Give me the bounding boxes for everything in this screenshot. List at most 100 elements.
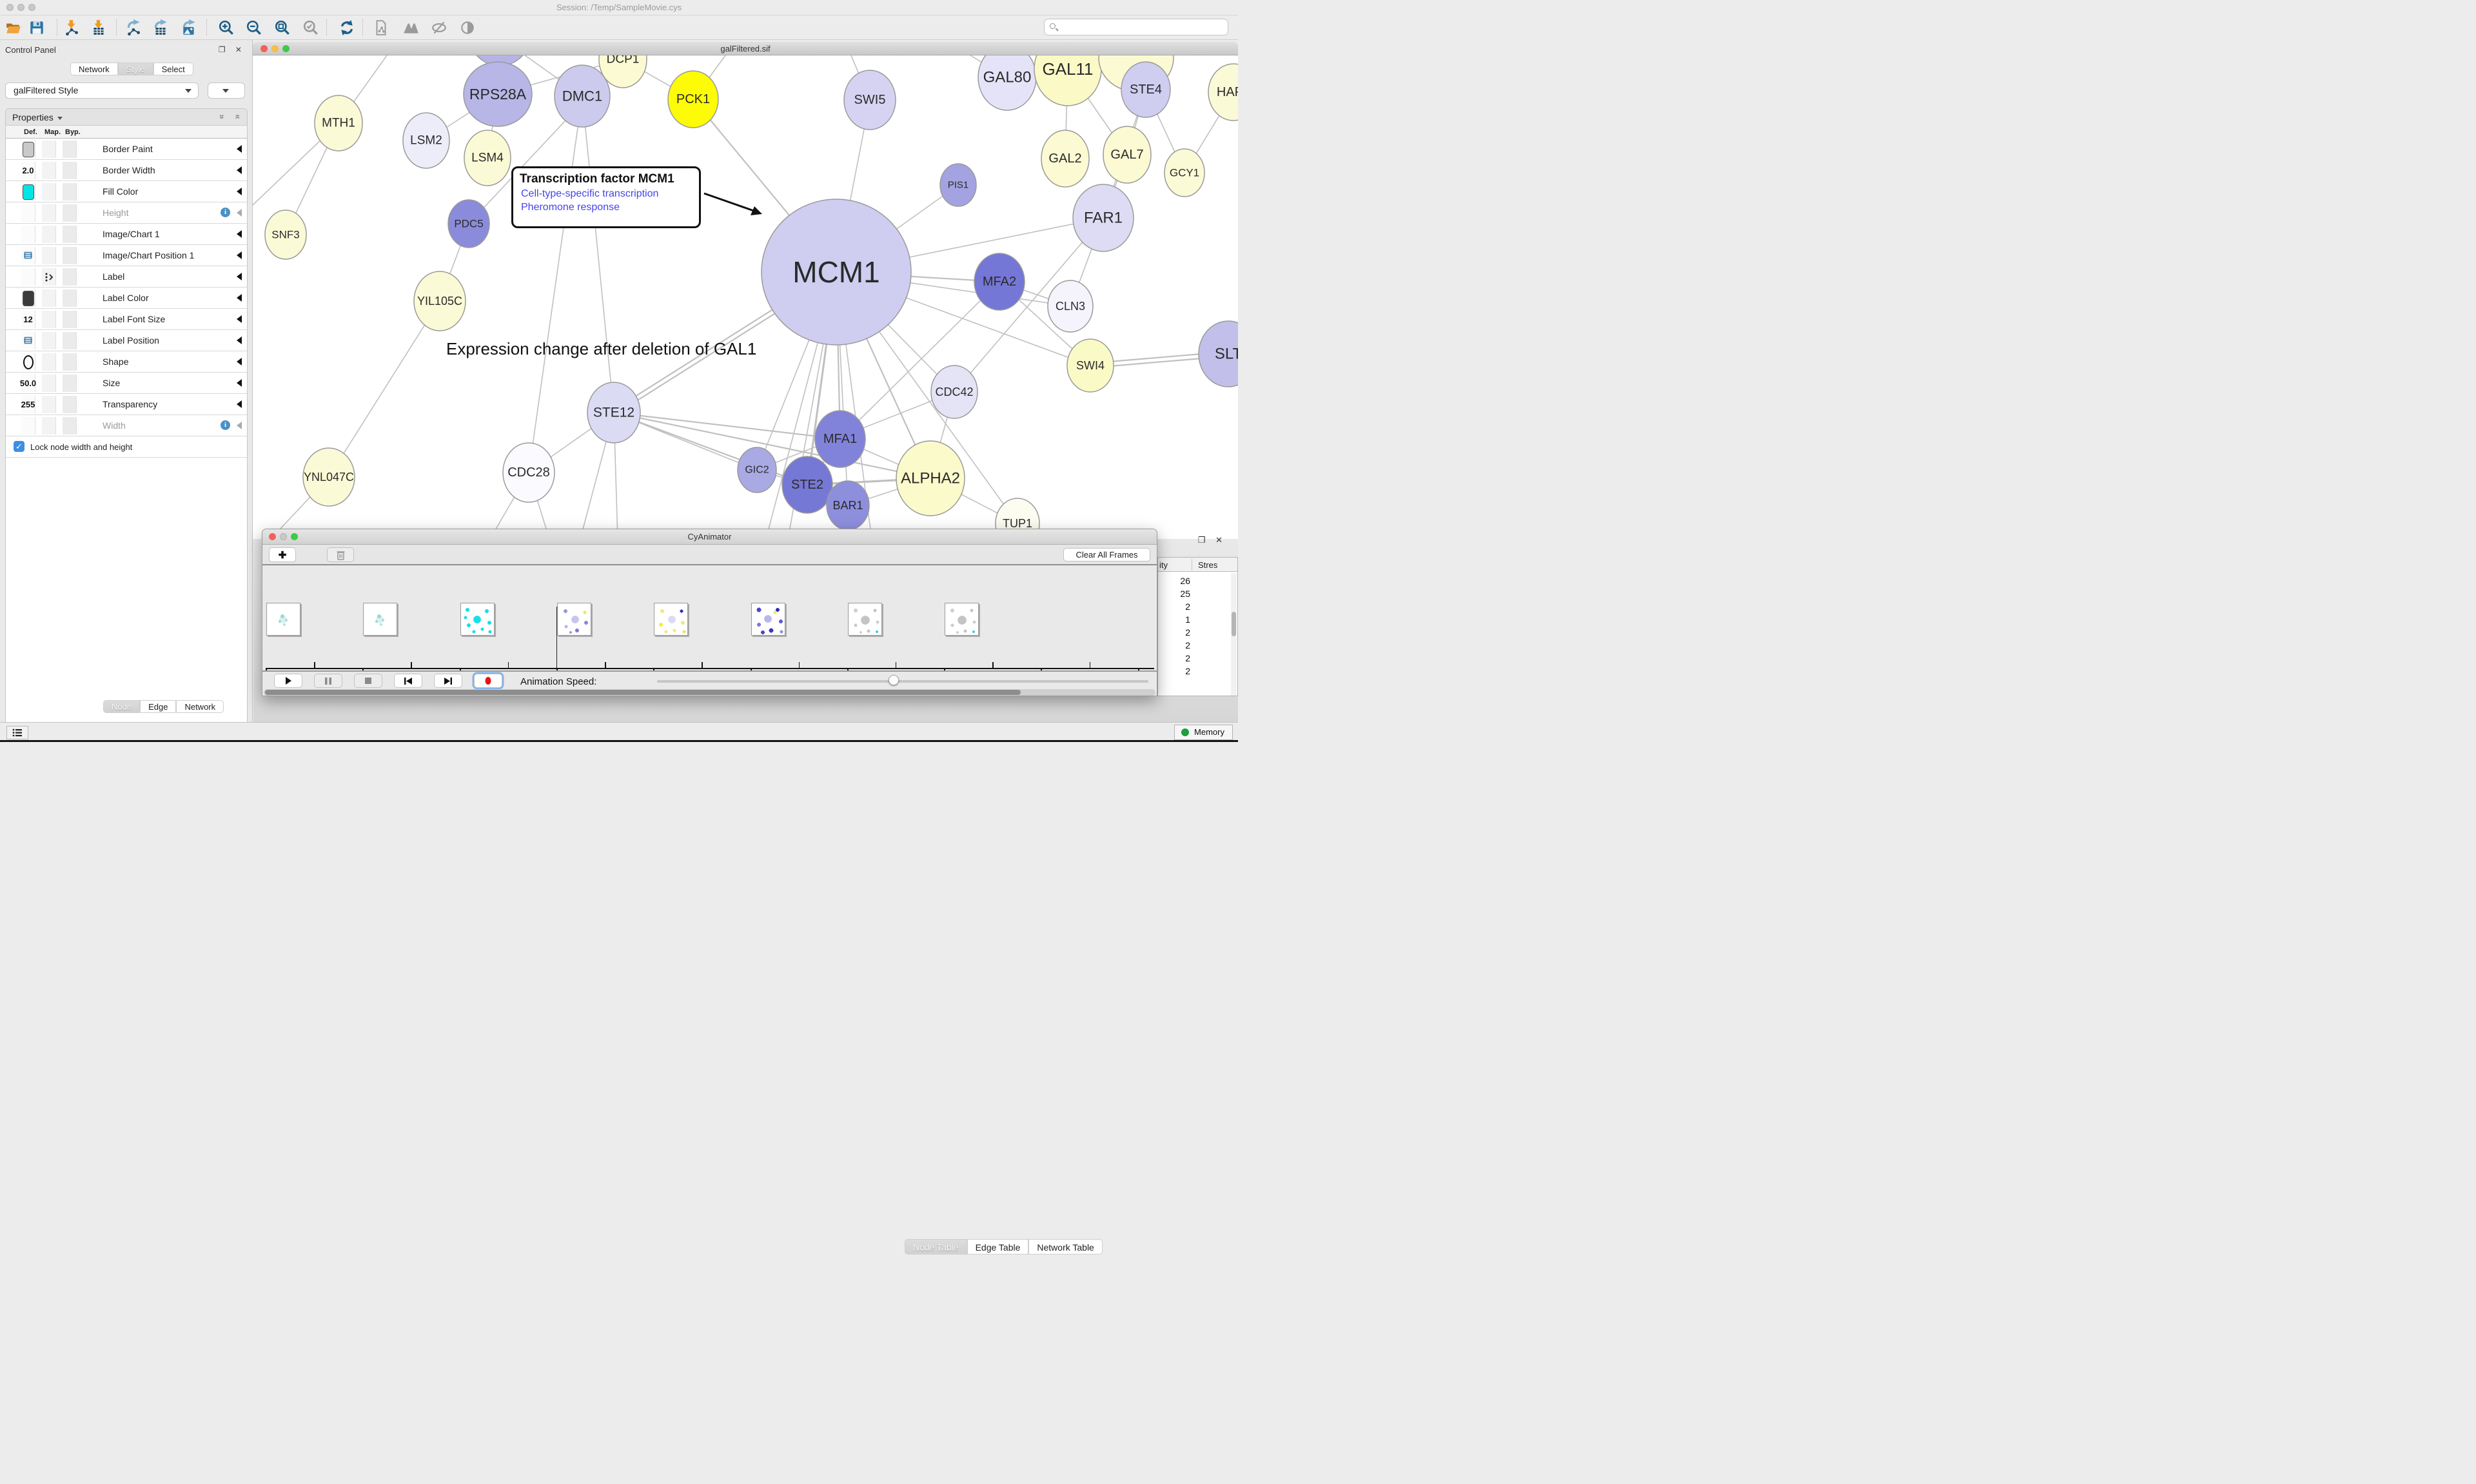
tab-network-table[interactable]: Network Table xyxy=(1028,1239,1102,1255)
default-value-cell[interactable] xyxy=(21,247,35,264)
property-row-shape[interactable]: Shape xyxy=(6,351,247,373)
tab-node-table[interactable]: Node Table xyxy=(905,1239,967,1255)
bypass-cell[interactable] xyxy=(63,204,77,222)
expand-arrow-icon[interactable] xyxy=(237,188,242,195)
network-window-titlebar[interactable]: galFiltered.sif xyxy=(253,42,1238,55)
property-row-fill-color[interactable]: Fill Color xyxy=(6,181,247,202)
table-cell[interactable]: 2 xyxy=(1159,653,1190,663)
network-node-HAP2[interactable]: HAP2 xyxy=(1208,64,1238,121)
export-network-icon[interactable] xyxy=(124,18,143,37)
expand-arrow-icon[interactable] xyxy=(237,358,242,366)
add-frame-button[interactable]: ✚ xyxy=(269,547,296,562)
bypass-cell[interactable] xyxy=(63,311,77,328)
timeline-scrollbar[interactable] xyxy=(264,689,1155,696)
frame-thumbnail-7s[interactable] xyxy=(945,603,979,636)
default-value-cell[interactable] xyxy=(21,332,35,349)
expand-arrow-icon[interactable] xyxy=(237,337,242,344)
annotation-box[interactable]: Transcription factor MCM1 Cell-type-spec… xyxy=(511,166,701,228)
expand-arrow-icon[interactable] xyxy=(237,230,242,238)
speed-slider[interactable] xyxy=(657,680,1148,683)
network-node-PDC5[interactable]: PDC5 xyxy=(448,200,489,248)
tab-style[interactable]: Style xyxy=(118,63,153,75)
table-cell[interactable]: 2 xyxy=(1159,666,1190,676)
mapping-cell[interactable] xyxy=(42,162,56,179)
network-node-PIS1[interactable]: PIS1 xyxy=(940,164,976,206)
network-node-STE4[interactable]: STE4 xyxy=(1121,62,1170,117)
property-row-image-chart-position-1[interactable]: Image/Chart Position 1 xyxy=(6,245,247,266)
expand-all-icon[interactable]: » xyxy=(217,114,228,119)
network-node-CDC42[interactable]: CDC42 xyxy=(931,366,978,418)
network-node-STE2[interactable]: STE2 xyxy=(782,456,832,513)
playhead[interactable] xyxy=(556,607,558,668)
tab-edge-table[interactable]: Edge Table xyxy=(967,1239,1029,1255)
network-node-MFA1[interactable]: MFA1 xyxy=(815,411,865,467)
tab-network[interactable]: Network xyxy=(70,63,118,75)
default-value-cell[interactable]: 255 xyxy=(21,396,35,413)
network-node-YNL047C[interactable]: YNL047C xyxy=(303,448,355,506)
network-node-SWI4[interactable]: SWI4 xyxy=(1067,339,1114,392)
default-value-cell[interactable] xyxy=(21,353,35,371)
property-row-width[interactable]: Widthi xyxy=(6,415,247,436)
expand-arrow-icon[interactable] xyxy=(237,315,242,323)
property-row-height[interactable]: Heighti xyxy=(6,202,247,224)
mapping-cell[interactable] xyxy=(42,247,56,264)
panel-window-icons[interactable]: ❐ ✕ xyxy=(1198,535,1226,545)
frame-thumbnail-2s[interactable] xyxy=(460,603,495,636)
import-network-icon[interactable] xyxy=(62,18,81,37)
expand-arrow-icon[interactable] xyxy=(237,251,242,259)
default-value-cell[interactable]: 50.0 xyxy=(21,375,35,392)
expand-arrow-icon[interactable] xyxy=(237,294,242,302)
default-value-cell[interactable] xyxy=(21,141,35,158)
network-node-MTH1[interactable]: MTH1 xyxy=(315,95,362,151)
table-cell[interactable]: 2 xyxy=(1159,640,1190,650)
panel-window-icons[interactable]: ❐ ✕ xyxy=(219,45,246,54)
property-row-label[interactable]: Label xyxy=(6,266,247,288)
bypass-cell[interactable] xyxy=(63,183,77,200)
bypass-cell[interactable] xyxy=(63,268,77,286)
refresh-layout-icon[interactable] xyxy=(337,18,357,37)
bypass-cell[interactable] xyxy=(63,332,77,349)
network-node-GIC2[interactable]: GIC2 xyxy=(738,447,776,493)
bypass-cell[interactable] xyxy=(63,141,77,158)
mapping-cell[interactable] xyxy=(42,141,56,158)
property-row-label-position[interactable]: Label Position xyxy=(6,330,247,351)
network-node-GAL11[interactable]: GAL11 xyxy=(1034,55,1101,106)
mapping-cell[interactable] xyxy=(42,332,56,349)
default-value-cell[interactable]: 12 xyxy=(21,311,35,328)
bypass-cell[interactable] xyxy=(63,396,77,413)
bypass-cell[interactable] xyxy=(63,162,77,179)
expand-arrow-icon[interactable] xyxy=(237,400,242,408)
network-canvas[interactable]: DCP1RPS28ADMC1PCK1MTH1LSM2LSM4SNF3PDC5YI… xyxy=(253,55,1238,539)
zoom-out-icon[interactable] xyxy=(244,18,264,37)
table-cell[interactable]: 26 xyxy=(1159,576,1190,586)
mapping-cell[interactable] xyxy=(42,375,56,392)
network-node-SWI5[interactable]: SWI5 xyxy=(844,70,896,130)
mapping-cell[interactable] xyxy=(42,353,56,371)
expand-arrow-icon[interactable] xyxy=(237,166,242,174)
cyanimator-titlebar[interactable]: CyAnimator xyxy=(262,529,1157,545)
network-node-GAL2[interactable]: GAL2 xyxy=(1041,130,1089,187)
speed-slider-knob[interactable] xyxy=(889,675,899,685)
skip-end-button[interactable] xyxy=(434,674,462,688)
network-node-MCM1[interactable]: MCM1 xyxy=(761,199,911,345)
network-node-GAL7[interactable]: GAL7 xyxy=(1103,126,1151,183)
property-row-image-chart-1[interactable]: Image/Chart 1 xyxy=(6,224,247,245)
annotation-link[interactable]: Cell-type-specific transcription xyxy=(521,188,693,200)
mapping-cell[interactable] xyxy=(42,204,56,222)
expand-arrow-icon[interactable] xyxy=(237,273,242,280)
default-value-cell[interactable]: 2.0 xyxy=(21,162,35,179)
network-node-BAR1[interactable]: BAR1 xyxy=(827,481,869,530)
network-node-STE12[interactable]: STE12 xyxy=(587,382,640,443)
default-value-cell[interactable] xyxy=(21,268,35,286)
export-table-icon[interactable] xyxy=(151,18,170,37)
network-node-CDC28[interactable]: CDC28 xyxy=(503,443,555,502)
network-node-CLN3[interactable]: CLN3 xyxy=(1048,280,1093,332)
mapping-cell[interactable] xyxy=(42,226,56,243)
property-row-border-paint[interactable]: Border Paint xyxy=(6,139,247,160)
search-field[interactable] xyxy=(1044,19,1228,35)
zoom-in-icon[interactable] xyxy=(217,18,236,37)
mapping-cell[interactable] xyxy=(42,268,56,286)
memory-button[interactable]: Memory xyxy=(1174,725,1233,740)
property-row-label-font-size[interactable]: 12Label Font Size xyxy=(6,309,247,330)
annotation-link[interactable]: Pheromone response xyxy=(521,202,693,213)
